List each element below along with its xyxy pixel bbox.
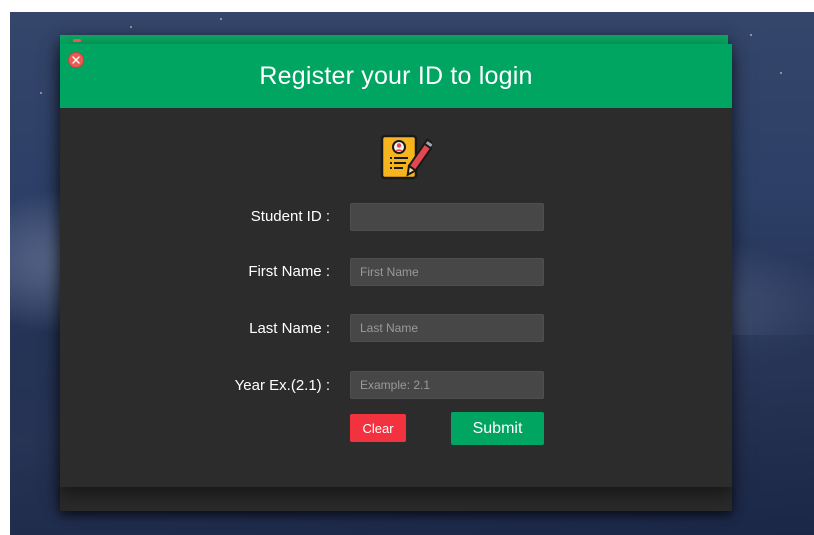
window-header: Register your ID to login xyxy=(60,44,732,108)
close-button[interactable] xyxy=(68,52,84,68)
registration-form-icon xyxy=(380,134,432,180)
submit-button[interactable]: Submit xyxy=(451,412,544,445)
first-name-input[interactable] xyxy=(350,258,544,286)
close-icon xyxy=(72,56,80,64)
registration-window: Register your ID to login Student ID : F… xyxy=(60,39,732,487)
background-window-close-sliver xyxy=(73,39,81,42)
year-label: Year Ex.(2.1) : xyxy=(234,377,330,394)
student-id-label: Student ID : xyxy=(250,208,330,225)
student-id-input[interactable] xyxy=(350,203,544,231)
clear-button[interactable]: Clear xyxy=(350,414,406,442)
background-window-bottom xyxy=(60,485,732,511)
year-input[interactable] xyxy=(350,371,544,399)
first-name-label: First Name : xyxy=(248,263,330,280)
last-name-label: Last Name : xyxy=(249,320,330,337)
window-title: Register your ID to login xyxy=(259,62,533,90)
last-name-input[interactable] xyxy=(350,314,544,342)
